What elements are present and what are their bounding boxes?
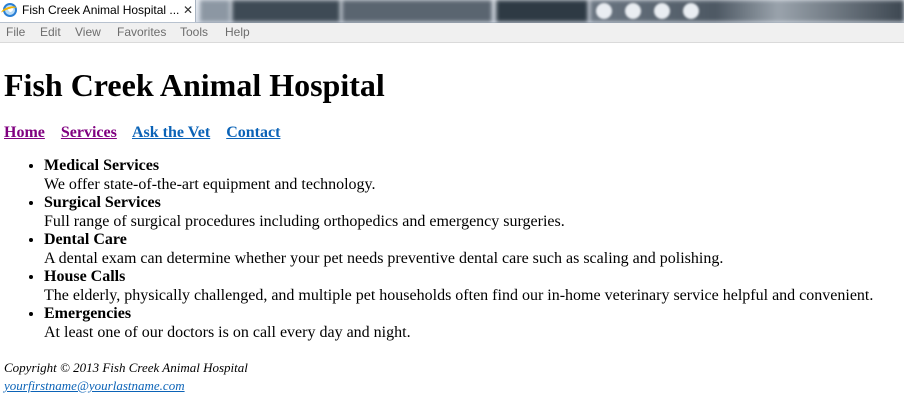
blurred-toolbar-icon: [596, 3, 612, 19]
list-item: Medical Services We offer state-of-the-a…: [44, 157, 873, 194]
blurred-toolbar-region: [232, 0, 340, 22]
service-description: The elderly, physically challenged, and …: [44, 286, 874, 304]
service-description: Full range of surgical procedures includ…: [44, 212, 565, 230]
service-title: Dental Care: [44, 231, 127, 248]
menu-favorites[interactable]: Favorites: [117, 25, 166, 39]
service-description: A dental exam can determine whether your…: [44, 249, 724, 267]
nav-ask-the-vet-link[interactable]: Ask the Vet: [132, 124, 210, 141]
main-nav: Home Services Ask the Vet Contact: [4, 124, 292, 142]
list-item: House Calls The elderly, physically chal…: [44, 268, 873, 305]
browser-tab[interactable]: Fish Creek Animal Hospital ... ✕: [0, 0, 196, 22]
service-title: Surgical Services: [44, 194, 161, 211]
copyright-text: Copyright © 2013 Fish Creek Animal Hospi…: [4, 360, 248, 375]
blurred-toolbar-icon: [625, 3, 641, 19]
menu-edit[interactable]: Edit: [40, 25, 61, 39]
tab-bar: Fish Creek Animal Hospital ... ✕: [0, 0, 904, 23]
list-item: Surgical Services Full range of surgical…: [44, 194, 873, 231]
nav-contact-link[interactable]: Contact: [226, 124, 280, 141]
page-footer: Copyright © 2013 Fish Creek Animal Hospi…: [4, 359, 248, 395]
tab-title: Fish Creek Animal Hospital ...: [22, 3, 180, 17]
menu-help[interactable]: Help: [225, 25, 250, 39]
list-item: Emergencies At least one of our doctors …: [44, 305, 873, 342]
services-list: Medical Services We offer state-of-the-a…: [0, 157, 873, 342]
service-description: At least one of our doctors is on call e…: [44, 323, 411, 341]
menu-tools[interactable]: Tools: [180, 25, 208, 39]
list-item: Dental Care A dental exam can determine …: [44, 231, 873, 268]
blurred-toolbar-region: [200, 0, 230, 22]
blurred-toolbar-icon: [654, 3, 670, 19]
close-tab-icon[interactable]: ✕: [183, 3, 193, 17]
internet-explorer-icon: [3, 3, 17, 17]
web-page: Fish Creek Animal Hospital Home Services…: [0, 42, 904, 407]
service-title: Emergencies: [44, 305, 132, 322]
nav-services-link[interactable]: Services: [61, 124, 117, 141]
service-title: House Calls: [44, 268, 126, 285]
blurred-toolbar-icon: [683, 3, 699, 19]
menu-view[interactable]: View: [75, 25, 101, 39]
menu-file[interactable]: File: [6, 25, 25, 39]
service-description: We offer state-of-the-art equipment and …: [44, 175, 376, 193]
page-title: Fish Creek Animal Hospital: [4, 67, 385, 103]
nav-home-link[interactable]: Home: [4, 124, 45, 141]
blurred-toolbar-region: [496, 0, 588, 22]
menu-bar: File Edit View Favorites Tools Help: [0, 23, 904, 43]
email-link[interactable]: yourfirstname@yourlastname.com: [4, 378, 185, 393]
service-title: Medical Services: [44, 157, 160, 174]
blurred-toolbar-region: [342, 0, 492, 22]
